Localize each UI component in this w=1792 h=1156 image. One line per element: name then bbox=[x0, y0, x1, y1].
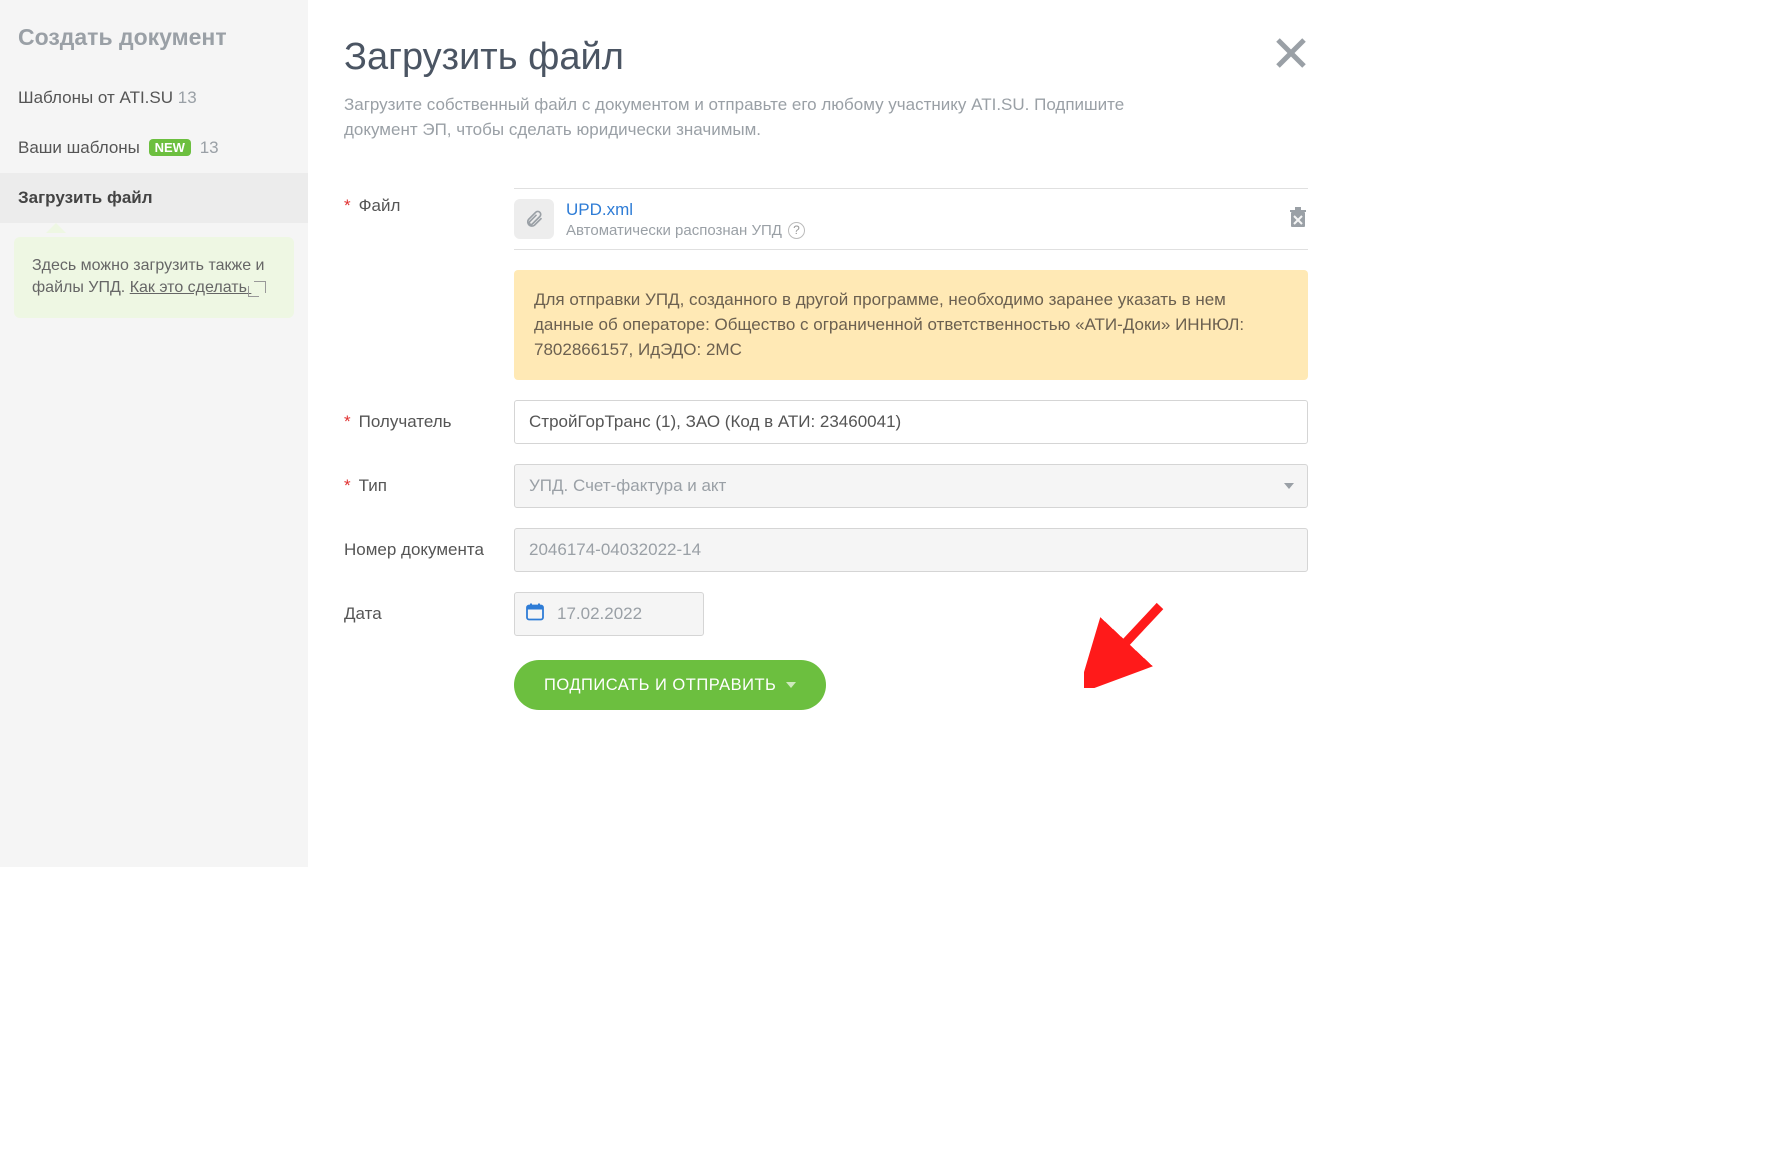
file-attachment: UPD.xml Автоматически распознан УПД ? bbox=[514, 188, 1308, 250]
info-link[interactable]: Как это сделать bbox=[130, 279, 267, 296]
nav-count: 13 bbox=[178, 88, 197, 107]
nav-item-upload-file[interactable]: Загрузить файл bbox=[0, 173, 308, 223]
calendar-icon bbox=[526, 603, 544, 626]
chevron-down-icon bbox=[1284, 483, 1294, 489]
recipient-input[interactable] bbox=[514, 400, 1308, 444]
upd-info-box: Здесь можно загрузить также и файлы УПД.… bbox=[14, 237, 294, 318]
file-subtext: Автоматически распознан УПД ? bbox=[566, 222, 1280, 239]
type-select[interactable] bbox=[514, 464, 1308, 508]
docnum-input bbox=[514, 528, 1308, 572]
nav-label: Загрузить файл bbox=[18, 188, 153, 207]
file-name-link[interactable]: UPD.xml bbox=[566, 200, 1280, 220]
upload-form: *Файл UPD.xml Автоматически распознан УП bbox=[344, 188, 1308, 710]
label-file: *Файл bbox=[344, 188, 514, 216]
label-date: Дата bbox=[344, 604, 514, 624]
trash-icon bbox=[1288, 206, 1308, 228]
sign-and-send-button[interactable]: ПОДПИСАТЬ И ОТПРАВИТЬ bbox=[514, 660, 826, 710]
page-title: Загрузить файл bbox=[344, 36, 1308, 79]
new-badge: NEW bbox=[149, 139, 191, 156]
nav-item-your-templates[interactable]: Ваши шаблоны NEW 13 bbox=[0, 123, 308, 173]
nav-item-templates-ati[interactable]: Шаблоны от ATI.SU 13 bbox=[0, 73, 308, 123]
help-icon[interactable]: ? bbox=[788, 222, 805, 239]
external-link-icon bbox=[254, 281, 266, 293]
delete-file-button[interactable] bbox=[1288, 206, 1308, 233]
sidebar: Создать документ Шаблоны от ATI.SU 13 Ва… bbox=[0, 0, 308, 867]
nav-label: Шаблоны от ATI.SU bbox=[18, 88, 173, 107]
attachment-icon bbox=[514, 199, 554, 239]
close-button[interactable] bbox=[1274, 36, 1308, 70]
label-docnum: Номер документа bbox=[344, 540, 514, 560]
chevron-down-icon bbox=[786, 682, 796, 688]
nav-count: 13 bbox=[200, 138, 219, 157]
label-type: *Тип bbox=[344, 476, 514, 496]
operator-note: Для отправки УПД, созданного в другой пр… bbox=[514, 270, 1308, 380]
label-recipient: *Получатель bbox=[344, 412, 514, 432]
close-icon bbox=[1274, 36, 1308, 70]
sidebar-title: Создать документ bbox=[0, 24, 308, 73]
main-panel: Загрузить файл Загрузите собственный фай… bbox=[308, 0, 1344, 867]
page-subtitle: Загрузите собственный файл с документом … bbox=[344, 93, 1164, 142]
nav-label: Ваши шаблоны bbox=[18, 138, 140, 157]
